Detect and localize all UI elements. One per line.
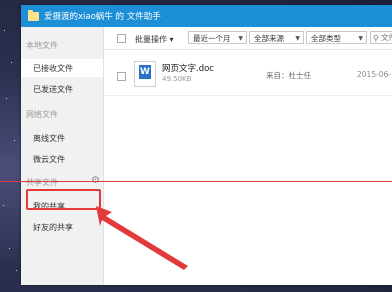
section-local-files: 本地文件	[26, 41, 58, 50]
time-filter-dropdown[interactable]: 最近一个月 ▼	[188, 31, 247, 44]
sidebar: 本地文件 已接收文件 已发送文件 网络文件 离线文件 微云文件 共享文件 ⚙ 我…	[21, 27, 104, 285]
section-network-files: 网络文件	[26, 110, 58, 119]
file-row-checkbox[interactable]	[117, 72, 126, 81]
title-bar[interactable]: 爱摄渡的xiao蜗牛 的 文件助手	[21, 5, 392, 27]
sidebar-item-offline[interactable]: 离线文件	[33, 133, 65, 144]
source-filter-dropdown[interactable]: 全部来源 ▼	[249, 31, 304, 44]
type-filter-value: 全部类型	[311, 34, 341, 43]
search-input[interactable]	[381, 32, 392, 43]
sidebar-item-sent[interactable]: 已发送文件	[33, 84, 73, 95]
caret-down-icon: ▼	[358, 35, 363, 42]
select-all-checkbox[interactable]	[117, 34, 126, 43]
caret-down-icon: ▼	[295, 35, 300, 42]
annotation-highlight-box	[26, 189, 101, 210]
search-icon: ⚲	[373, 34, 379, 43]
section-shared-files: 共享文件	[26, 178, 58, 187]
file-size: 49.50KB	[162, 75, 192, 83]
batch-operations-button[interactable]: 批量操作 ▾	[135, 34, 174, 45]
source-filter-value: 全部来源	[254, 34, 284, 43]
file-assistant-window: 爱摄渡的xiao蜗牛 的 文件助手 本地文件 已接收文件 已发送文件 网络文件 …	[21, 5, 392, 285]
caret-down-icon: ▾	[167, 35, 174, 44]
file-row[interactable]: W 网页文字.doc 49.50KB 来自：杜士任 2015-06-	[104, 57, 392, 96]
word-doc-icon: W	[134, 61, 156, 87]
search-box[interactable]: ⚲	[370, 31, 392, 44]
window-title: 爱摄渡的xiao蜗牛 的 文件助手	[44, 12, 161, 22]
time-filter-value: 最近一个月	[193, 34, 231, 43]
file-date: 2015-06-	[357, 70, 392, 79]
batch-operations-label: 批量操作	[135, 35, 167, 44]
file-source: 来自：杜士任	[266, 71, 311, 80]
caret-down-icon: ▼	[238, 35, 243, 42]
folder-icon	[28, 9, 39, 21]
toolbar: 批量操作 ▾ 最近一个月 ▼ 全部来源 ▼ 全部类型 ▼ ⚲	[104, 27, 392, 50]
annotation-line	[0, 181, 392, 182]
file-name[interactable]: 网页文字.doc	[162, 62, 214, 74]
type-filter-dropdown[interactable]: 全部类型 ▼	[306, 31, 367, 44]
sidebar-item-received[interactable]: 已接收文件	[21, 59, 103, 77]
sidebar-item-label: 已接收文件	[33, 64, 73, 73]
sidebar-item-friend-shares[interactable]: 好友的共享	[33, 222, 73, 233]
sidebar-item-weiyun[interactable]: 微云文件	[33, 154, 65, 165]
